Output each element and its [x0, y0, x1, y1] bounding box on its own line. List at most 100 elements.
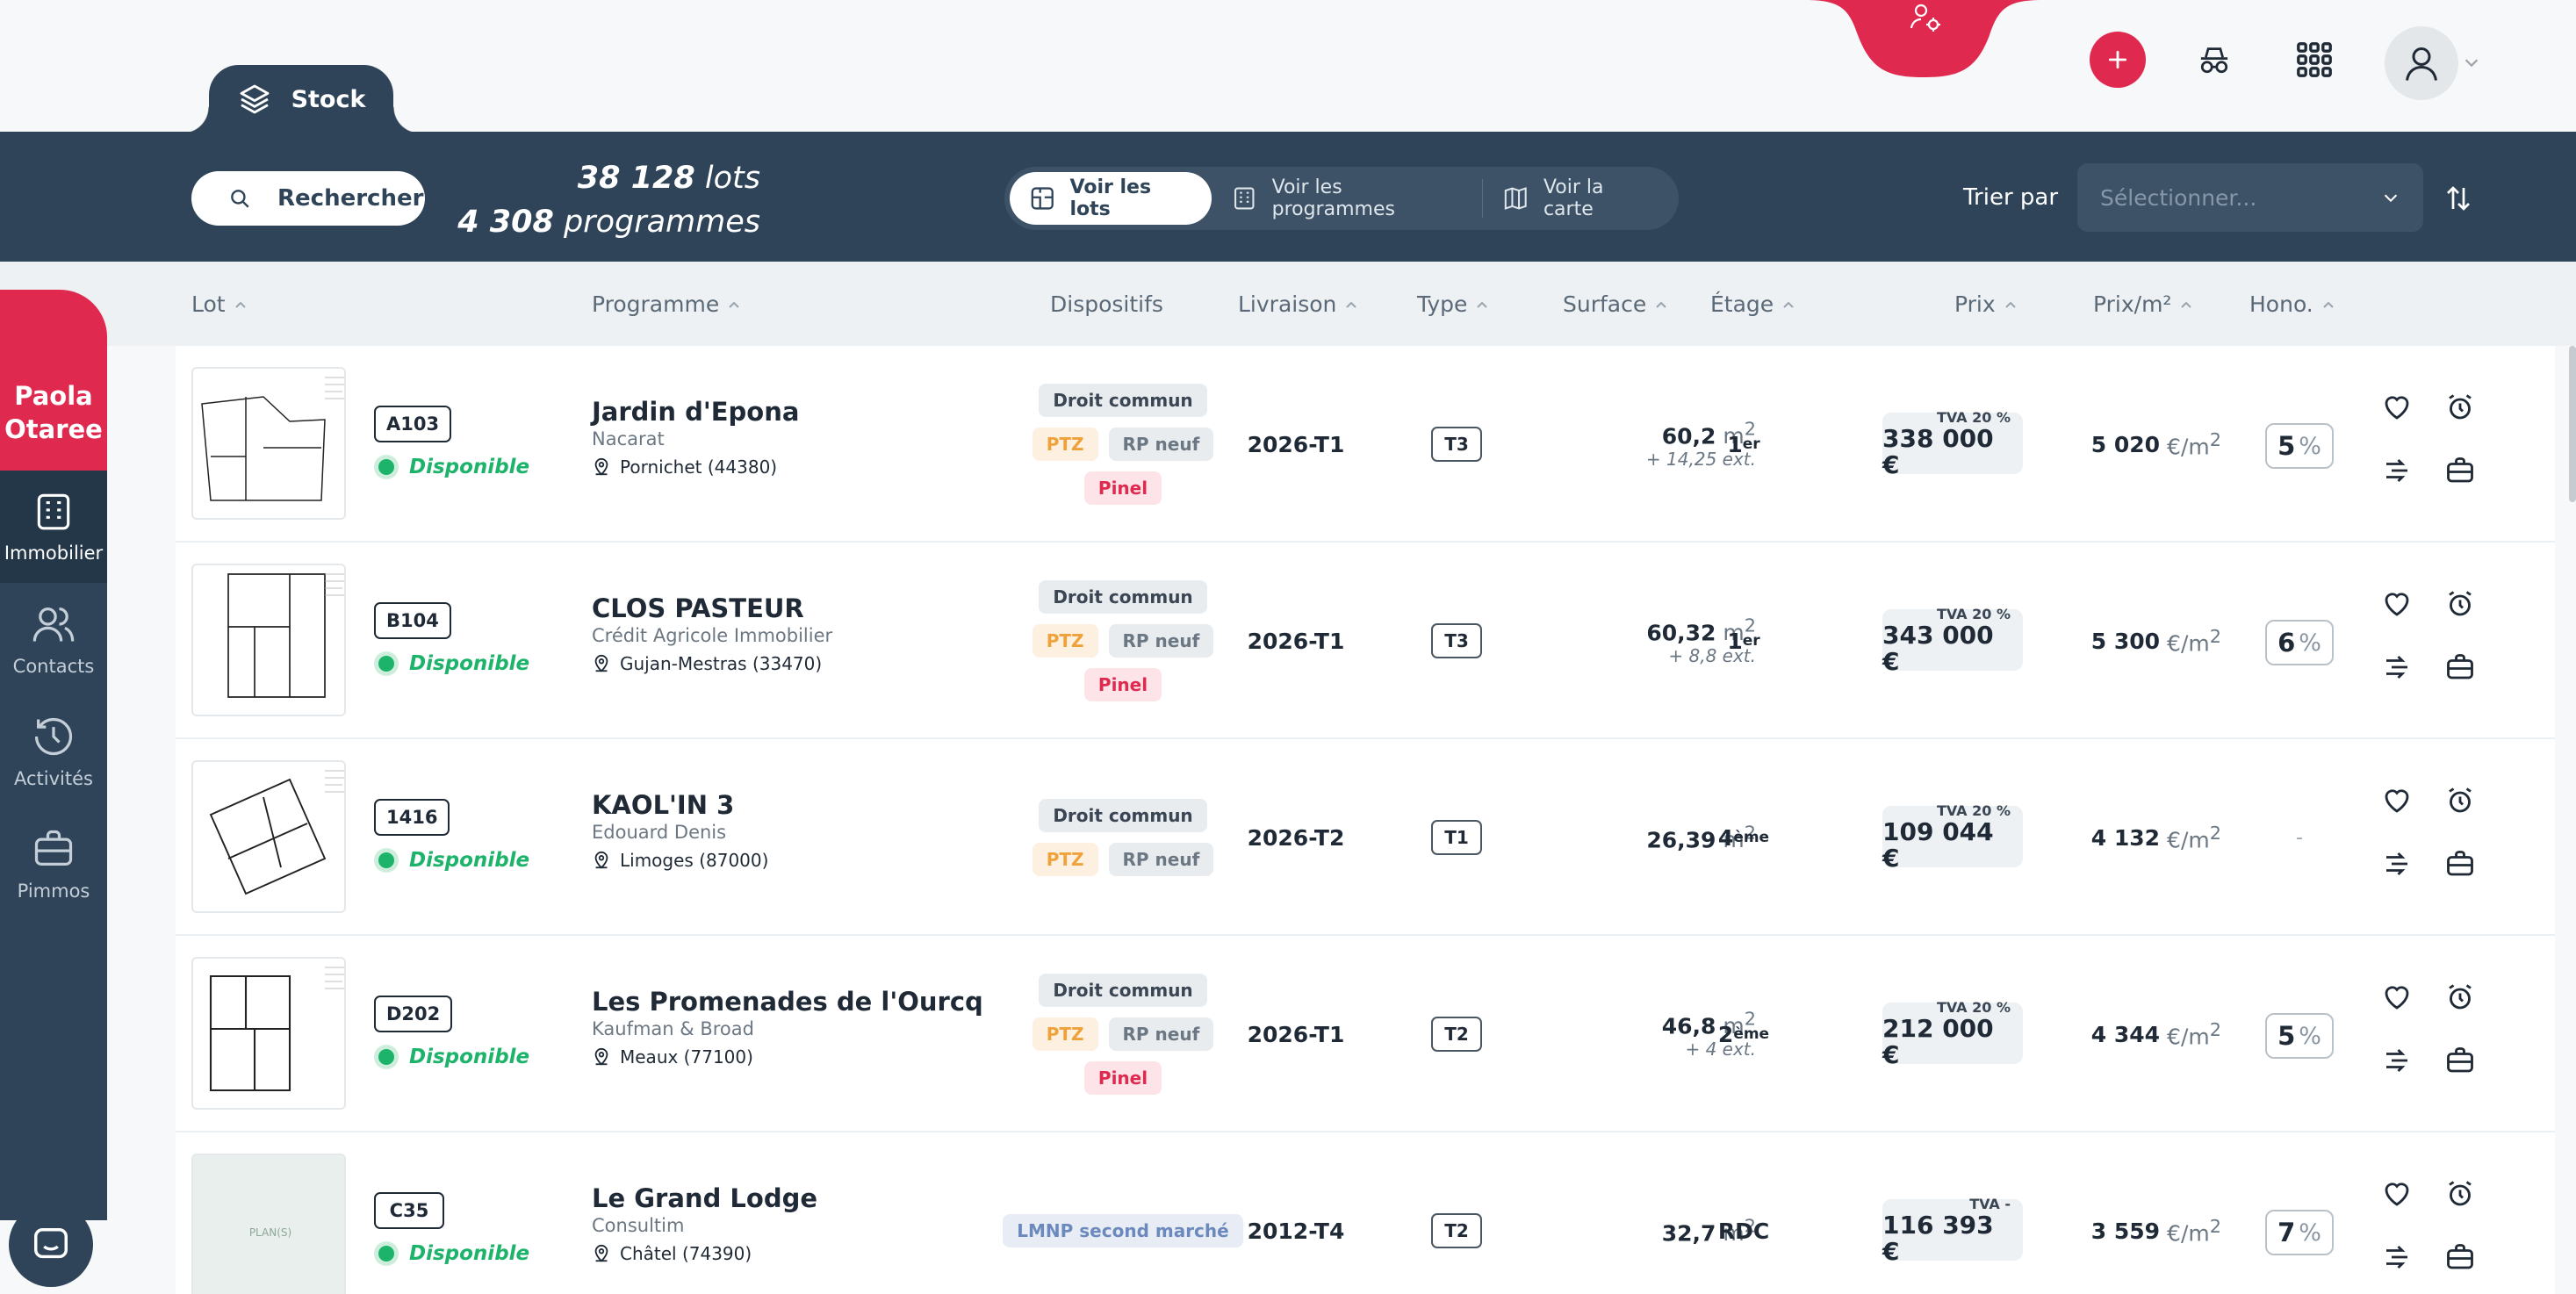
sort-caret-icon	[1346, 301, 1357, 308]
scrollbar[interactable]	[2569, 346, 2576, 502]
chevron-down-icon	[2384, 194, 2398, 203]
col-prix[interactable]: Prix	[1954, 291, 2017, 317]
search-button[interactable]: Rechercher	[191, 171, 425, 226]
programme-info[interactable]: KAOL'IN 3 Edouard Denis Limoges (87000)	[592, 790, 768, 871]
programme-name[interactable]: KAOL'IN 3	[592, 790, 768, 820]
programme-name[interactable]: Jardin d'Epona	[592, 397, 799, 427]
view-lots-button[interactable]: Voir les lots	[1010, 172, 1212, 225]
dispositif-tag: Pinel	[1083, 668, 1162, 701]
compare-button[interactable]	[2379, 1043, 2414, 1078]
view-programmes-button[interactable]: Voir les programmes	[1212, 172, 1481, 225]
col-type[interactable]: Type	[1417, 291, 1488, 317]
apps-button[interactable]	[2286, 32, 2342, 88]
programme-developer: Edouard Denis	[592, 822, 727, 843]
sidebar-item-activites[interactable]: Activités	[0, 695, 107, 808]
network-tab[interactable]	[1805, 0, 2042, 77]
livraison-value: 2026-T1	[1247, 431, 1345, 457]
compare-button[interactable]	[2379, 1240, 2414, 1275]
favorite-button[interactable]	[2379, 586, 2414, 622]
hono-badge: 5%	[2265, 1013, 2334, 1059]
compare-button[interactable]	[2379, 846, 2414, 881]
programme-name[interactable]: CLOS PASTEUR	[592, 593, 832, 623]
lot-floorplan-thumbnail[interactable]	[191, 760, 346, 913]
svg-text:PLAN(S): PLAN(S)	[249, 1226, 291, 1239]
table-row[interactable]: B104 Disponible CLOS PASTEUR Crédit Agri…	[176, 543, 2555, 739]
compare-button[interactable]	[2379, 453, 2414, 488]
programme-name[interactable]: Le Grand Lodge	[592, 1183, 817, 1213]
view-switcher: Voir les lots Voir les programmes Voir l…	[1004, 167, 1679, 230]
col-prix-m2[interactable]: Prix/m²	[2093, 291, 2192, 317]
favorite-button[interactable]	[2379, 1176, 2414, 1211]
alert-button[interactable]	[2443, 783, 2478, 818]
add-to-portfolio-button[interactable]	[2443, 846, 2478, 881]
alert-button[interactable]	[2443, 390, 2478, 425]
compare-icon	[2386, 458, 2407, 483]
sidebar-item-pimmos[interactable]: Pimmos	[0, 808, 107, 920]
programme-name[interactable]: Les Promenades de l'Ourcq	[592, 987, 983, 1017]
dispositif-tag: LMNP second marché	[1003, 1214, 1243, 1247]
alert-button[interactable]	[2443, 980, 2478, 1015]
table-row[interactable]: D202 Disponible Les Promenades de l'Ourc…	[176, 936, 2555, 1132]
view-programmes-label: Voir les programmes	[1271, 176, 1395, 220]
location-pin-icon	[594, 851, 608, 869]
col-surface[interactable]: Surface	[1563, 291, 1667, 317]
dispositif-tag: PTZ	[1032, 1017, 1098, 1051]
add-to-portfolio-button[interactable]	[2443, 650, 2478, 685]
add-button[interactable]	[2090, 32, 2146, 88]
tab-stock[interactable]: Stock	[183, 65, 420, 133]
incognito-button[interactable]	[2186, 32, 2242, 88]
lot-number-badge: D202	[374, 996, 453, 1032]
programme-location: Gujan-Mestras (33470)	[592, 653, 832, 674]
sidebar-item-immobilier[interactable]: Immobilier	[0, 471, 107, 583]
briefcase-icon	[2447, 457, 2473, 483]
compare-button[interactable]	[2379, 650, 2414, 685]
status-dot-icon	[374, 455, 399, 479]
alarm-icon	[2449, 787, 2472, 813]
programme-developer: Consultim	[592, 1215, 685, 1236]
programme-info[interactable]: Les Promenades de l'Ourcq Kaufman & Broa…	[592, 987, 983, 1068]
sort-caret-icon	[729, 301, 739, 308]
favorite-button[interactable]	[2379, 980, 2414, 1015]
lot-floorplan-thumbnail[interactable]	[191, 367, 346, 520]
chat-button[interactable]	[9, 1203, 93, 1287]
price-per-m2: 4 344 €/m2	[2090, 1018, 2221, 1050]
dispositif-tag: Droit commun	[1039, 580, 1207, 614]
sort-direction-icon[interactable]	[2443, 183, 2474, 214]
programme-location: Meaux (77100)	[592, 1046, 983, 1068]
col-hono[interactable]: Hono.	[2249, 291, 2335, 317]
favorite-button[interactable]	[2379, 783, 2414, 818]
add-to-portfolio-button[interactable]	[2443, 1043, 2478, 1078]
table-row[interactable]: PLAN(S) C35 Disponible Le Grand Lodge Co…	[176, 1132, 2555, 1294]
avatar[interactable]	[2385, 26, 2458, 100]
user-first-name: Paola	[14, 381, 93, 411]
sort-select[interactable]: Sélectionner...	[2077, 163, 2423, 232]
table-row[interactable]: 1416 Disponible KAOL'IN 3 Edouard Denis …	[176, 739, 2555, 936]
view-map-button[interactable]: Voir la carte	[1483, 172, 1673, 225]
alert-button[interactable]	[2443, 586, 2478, 622]
table-row[interactable]: A103 Disponible Jardin d'Epona Nacarat P…	[176, 346, 2555, 543]
dispositif-tag: RP neuf	[1108, 843, 1214, 876]
programme-info[interactable]: CLOS PASTEUR Crédit Agricole Immobilier …	[592, 593, 832, 674]
lot-floorplan-thumbnail[interactable]: PLAN(S)	[191, 1154, 346, 1294]
add-to-portfolio-button[interactable]	[2443, 453, 2478, 488]
livraison-value: 2026-T1	[1247, 1021, 1345, 1047]
col-etage[interactable]: Étage	[1710, 291, 1795, 317]
add-to-portfolio-button[interactable]	[2443, 1240, 2478, 1275]
lot-floorplan-thumbnail[interactable]	[191, 957, 346, 1110]
favorite-button[interactable]	[2379, 390, 2414, 425]
user-name-badge[interactable]: Paola Otaree	[0, 290, 107, 474]
sidebar-item-contacts[interactable]: Contacts	[0, 583, 107, 695]
col-lot[interactable]: Lot	[191, 291, 247, 317]
price-value: 343 000 €	[1882, 620, 1994, 676]
col-programme[interactable]: Programme	[592, 291, 740, 317]
type-badge: T1	[1431, 820, 1482, 855]
col-livraison[interactable]: Livraison	[1238, 291, 1357, 317]
tag-line: PTZ RP neuf	[1032, 1017, 1214, 1051]
programme-info[interactable]: Le Grand Lodge Consultim Châtel (74390)	[592, 1183, 817, 1264]
lot-number-badge: C35	[374, 1192, 444, 1229]
etage-value: 1 er	[1727, 431, 1760, 457]
programme-info[interactable]: Jardin d'Epona Nacarat Pornichet (44380)	[592, 397, 799, 478]
alert-button[interactable]	[2443, 1176, 2478, 1211]
chevron-down-icon[interactable]	[2462, 53, 2481, 72]
lot-floorplan-thumbnail[interactable]	[191, 564, 346, 716]
